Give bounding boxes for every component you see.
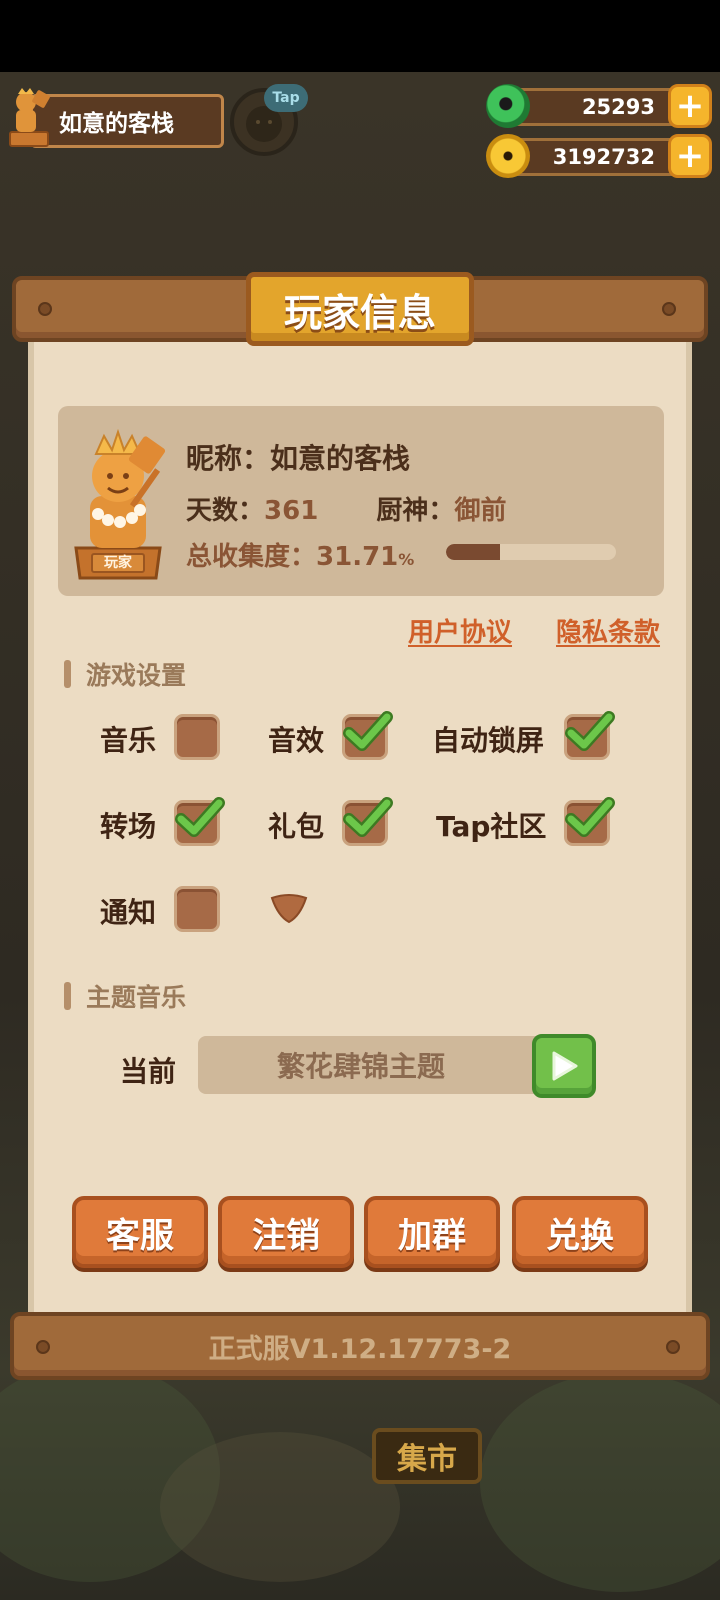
- checkmark-icon: [175, 797, 225, 837]
- days-value: 361: [264, 496, 319, 526]
- chef-label: 厨神：: [376, 496, 455, 526]
- sfx-checkbox[interactable]: [342, 711, 393, 760]
- collection-unit: %: [398, 550, 415, 569]
- nickname-row: 昵称：如意的客栈: [186, 437, 410, 477]
- add-jade-button[interactable]: +: [668, 84, 712, 128]
- nickname-label: 昵称：: [186, 442, 271, 475]
- music-label: 音乐: [100, 724, 157, 757]
- status-bar: [0, 0, 720, 72]
- gift-pack-checkbox[interactable]: [342, 797, 393, 846]
- section-marker: [64, 982, 71, 1010]
- transition-checkbox[interactable]: [174, 797, 225, 846]
- dropdown-arrow-icon[interactable]: [268, 892, 310, 926]
- privacy-policy-link[interactable]: 隐私条款: [556, 612, 660, 649]
- theme-music-title: 主题音乐: [86, 983, 187, 1012]
- version-label: 正式服V1.12.17773-2: [208, 1333, 512, 1365]
- statue-icon: [9, 88, 50, 147]
- redeem-button[interactable]: 兑换: [512, 1196, 648, 1268]
- current-theme-label: 当前: [120, 1055, 177, 1088]
- panel-title: 玩家信息: [246, 272, 474, 346]
- coin-amount: 3192732: [552, 145, 655, 169]
- statue-plaque-text: 玩家: [104, 555, 132, 571]
- notification-checkbox[interactable]: [174, 886, 220, 932]
- nail-icon: [38, 302, 52, 316]
- collection-progress-fill: [446, 544, 500, 560]
- logout-button[interactable]: 注销: [218, 1196, 354, 1268]
- theme-name: 繁花肆锦主题: [276, 1050, 445, 1083]
- collection-value: 31.71: [316, 542, 399, 572]
- customer-service-button[interactable]: 客服: [72, 1196, 208, 1268]
- gift-pack-label: 礼包: [268, 810, 325, 843]
- checkmark-icon: [565, 711, 615, 751]
- inn-name-badge[interactable]: 如意的客栈: [30, 94, 224, 148]
- notification-label: 通知: [100, 896, 157, 929]
- inn-name-text: 如意的客栈: [59, 111, 174, 137]
- nickname-value: 如意的客栈: [270, 442, 411, 475]
- join-group-button[interactable]: 加群: [364, 1196, 500, 1268]
- checkmark-icon: [343, 711, 393, 751]
- game-settings-title: 游戏设置: [86, 661, 187, 690]
- checkmark-icon: [343, 797, 393, 837]
- jade-icon: [486, 84, 530, 128]
- market-sign[interactable]: 集市: [372, 1428, 482, 1484]
- music-checkbox[interactable]: [174, 714, 220, 760]
- collection-label: 总收集度：: [186, 542, 317, 572]
- jade-amount: 25293: [581, 95, 655, 119]
- collection-progress-bar: [446, 544, 616, 560]
- user-agreement-link[interactable]: 用户协议: [408, 612, 512, 649]
- play-theme-button[interactable]: [532, 1034, 596, 1098]
- collection-row: 总收集度：31.71%: [186, 536, 414, 573]
- tap-community-checkbox[interactable]: [564, 797, 615, 846]
- play-icon: [552, 1051, 578, 1081]
- transition-label: 转场: [100, 810, 157, 843]
- theme-selector[interactable]: 繁花肆锦主题: [198, 1036, 544, 1094]
- checkmark-icon: [565, 797, 615, 837]
- chef-value: 御前: [454, 496, 507, 526]
- nail-icon: [662, 302, 676, 316]
- tap-badge: Tap: [264, 84, 308, 112]
- section-marker: [64, 660, 71, 688]
- auto-lock-checkbox[interactable]: [564, 711, 615, 760]
- days-label: 天数：: [186, 496, 265, 526]
- days-row: 天数：361 厨神：御前: [186, 490, 506, 527]
- sfx-label: 音效: [268, 724, 325, 757]
- auto-lock-label: 自动锁屏: [432, 724, 545, 757]
- add-coin-button[interactable]: +: [668, 134, 712, 178]
- tap-community-label: Tap社区: [436, 810, 547, 843]
- coin-icon: [486, 134, 530, 178]
